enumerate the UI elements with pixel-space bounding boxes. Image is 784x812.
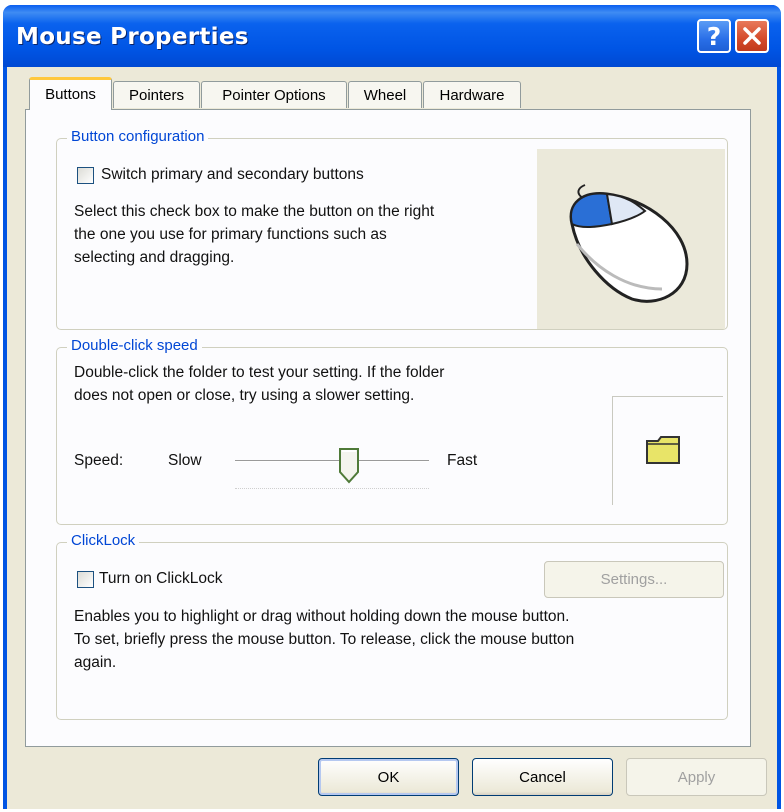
dialog-window: Mouse Properties ? Buttons Pointers Poin… <box>3 5 781 809</box>
title-bar[interactable]: Mouse Properties ? <box>3 5 781 67</box>
button-configuration-legend: Button configuration <box>67 128 209 145</box>
mouse-icon <box>569 184 689 303</box>
double-click-speed-slider[interactable] <box>235 444 429 494</box>
window-title: Mouse Properties <box>16 24 249 50</box>
clicklock-settings-button[interactable]: Settings... <box>544 561 724 598</box>
clicklock-desc-line-2: To set, briefly press the mouse button. … <box>74 631 575 648</box>
clicklock-legend: ClickLock <box>67 532 140 549</box>
double-click-speed-group: Double-click speed Double-click the fold… <box>56 337 728 525</box>
tab-wheel[interactable]: Wheel <box>348 81 422 108</box>
double-click-speed-legend: Double-click speed <box>67 337 202 354</box>
button-config-desc-line-2: the one you use for primary functions su… <box>74 226 387 243</box>
double-click-desc-line-1: Double-click the folder to test your set… <box>74 364 445 381</box>
test-folder-area[interactable] <box>612 396 723 505</box>
button-config-desc-line-3: selecting and dragging. <box>74 249 235 266</box>
clicklock-desc-line-1: Enables you to highlight or drag without… <box>74 608 570 625</box>
cancel-button[interactable]: Cancel <box>472 758 613 796</box>
apply-button[interactable]: Apply <box>626 758 767 796</box>
tab-hardware[interactable]: Hardware <box>423 81 521 108</box>
slider-thumb[interactable] <box>339 448 359 484</box>
slow-label: Slow <box>168 452 202 469</box>
ok-button[interactable]: OK <box>318 758 459 796</box>
tab-panel-buttons: Button configuration Switch primary and … <box>25 109 751 747</box>
tab-pointer-options[interactable]: Pointer Options <box>201 81 347 108</box>
button-configuration-group: Button configuration Switch primary and … <box>56 128 728 330</box>
speed-label: Speed: <box>74 452 124 469</box>
clicklock-checkbox[interactable] <box>77 571 94 588</box>
dialog-client-area: Buttons Pointers Pointer Options Wheel H… <box>7 67 777 809</box>
folder-icon[interactable] <box>645 435 681 465</box>
clicklock-desc-line-3: again. <box>74 654 117 671</box>
switch-buttons-checkbox[interactable] <box>77 167 94 184</box>
help-button[interactable]: ? <box>697 19 731 53</box>
button-config-desc-line-1: Select this check box to make the button… <box>74 203 435 220</box>
tab-buttons[interactable]: Buttons <box>29 77 112 110</box>
slider-ticks <box>235 488 429 490</box>
help-icon: ? <box>706 22 722 51</box>
double-click-desc-line-2: does not open or close, try using a slow… <box>74 387 415 404</box>
clicklock-group: ClickLock Turn on ClickLock Settings... … <box>56 532 728 720</box>
mouse-picture <box>537 149 725 329</box>
close-icon <box>743 27 761 45</box>
clicklock-label[interactable]: Turn on ClickLock <box>99 567 222 590</box>
slider-track <box>235 460 429 462</box>
switch-buttons-label[interactable]: Switch primary and secondary buttons <box>101 163 364 186</box>
close-button[interactable] <box>735 19 769 53</box>
tab-pointers[interactable]: Pointers <box>113 81 200 108</box>
fast-label: Fast <box>447 452 478 469</box>
